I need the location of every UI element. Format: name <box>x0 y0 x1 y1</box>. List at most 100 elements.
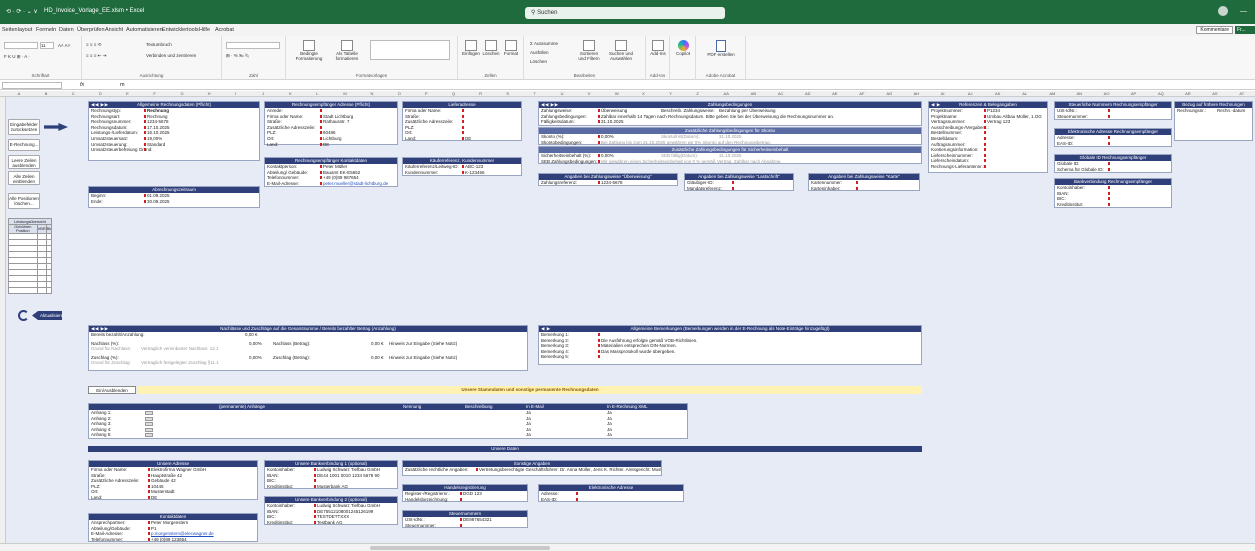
align-left-icon[interactable]: ≡ ≡ ≡ ⇤ ⇥ <box>86 53 106 59</box>
arrow-right-icon[interactable] <box>44 123 68 131</box>
column-header[interactable]: AM <box>1049 91 1055 96</box>
field-value-input[interactable]: Bei Zahlung bis zum 31.10.2025 gewähren … <box>601 140 771 146</box>
horizontal-scrollbar[interactable] <box>370 546 550 550</box>
column-header[interactable]: AB <box>751 91 756 96</box>
field-value-input[interactable]: K-123456 <box>465 170 485 176</box>
column-header[interactable]: F <box>153 91 155 96</box>
column-header[interactable]: L <box>316 91 318 96</box>
menu-ansicht[interactable]: Ansicht <box>105 27 123 33</box>
column-header[interactable]: AG <box>886 91 892 96</box>
column-header[interactable]: AA <box>724 91 729 96</box>
bedingte-formatierung-button[interactable]: Bedingte Formatierung <box>292 40 326 61</box>
field-value-input[interactable]: Testbank AG <box>317 520 343 526</box>
einfuegen-button[interactable]: Einfügen <box>462 40 480 56</box>
menu-acrobat[interactable]: Acrobat <box>215 27 234 33</box>
column-header[interactable]: J <box>262 91 264 96</box>
leere-zeilen-button[interactable]: Leere Zeilen ausblenden <box>8 155 40 169</box>
minimize-button[interactable]: — <box>1240 8 1247 15</box>
avatar[interactable] <box>1218 6 1229 16</box>
textumbruch-button[interactable]: Textumbruch <box>146 42 172 47</box>
column-header[interactable]: A <box>18 91 21 96</box>
column-header[interactable]: V <box>588 91 591 96</box>
column-header[interactable]: X <box>642 91 645 96</box>
alle-zeilen-button[interactable]: Alle Zeilen einblenden <box>8 171 40 185</box>
cell-styles-gallery[interactable] <box>370 40 450 60</box>
menu-ueberpruefen[interactable]: Überprüfen <box>77 27 105 33</box>
quick-access-toolbar[interactable]: ⟲ · ⟳ · ⌄ ∨ <box>6 8 38 15</box>
column-header[interactable]: T <box>533 91 535 96</box>
column-header[interactable]: AD <box>805 91 811 96</box>
column-header[interactable]: AT <box>1239 91 1244 96</box>
ein-ausblenden-button[interactable]: Ein/Ausblenden <box>88 386 136 394</box>
column-header[interactable]: U <box>561 91 564 96</box>
column-header[interactable]: Z <box>696 91 698 96</box>
font-size-select[interactable]: 11 <box>40 42 54 49</box>
field-value-input[interactable]: DE <box>465 136 471 142</box>
kommentare-button[interactable]: Kommentare <box>1196 26 1233 34</box>
menu-daten[interactable]: Daten <box>59 27 74 33</box>
addins-button[interactable]: Add-Ins <box>649 40 667 56</box>
field-value-input[interactable]: Wir gewähren einen Sicherheitseinbehalt … <box>601 159 782 165</box>
menu-automatisieren[interactable]: Automatisieren <box>126 27 163 33</box>
in-email-select[interactable]: Ja <box>526 432 531 438</box>
column-header[interactable]: AR <box>1185 91 1191 96</box>
aktualisieren-button[interactable]: Aktualisieren <box>32 311 62 320</box>
suchen-button[interactable]: Suchen und Auswählen <box>606 40 636 61</box>
name-box[interactable] <box>2 82 62 89</box>
field-value-input[interactable]: 30.09.2025 <box>147 199 170 205</box>
column-header[interactable]: AN <box>1077 91 1083 96</box>
field-value-input[interactable]: Musterbank AG <box>317 484 348 490</box>
number-format-select[interactable] <box>226 42 280 49</box>
column-header[interactable]: I <box>235 91 236 96</box>
ausfuellen-button[interactable]: Ausfüllen <box>530 50 549 55</box>
column-header[interactable]: D <box>99 91 102 96</box>
field-value-input[interactable]: peter.mueller@stadt-lichtburg.de <box>323 181 388 187</box>
column-header[interactable]: W <box>615 91 619 96</box>
column-header[interactable]: AL <box>1022 91 1027 96</box>
attach-file-button[interactable] <box>145 411 153 415</box>
column-header[interactable]: AF <box>859 91 864 96</box>
font-family-select[interactable] <box>4 42 38 49</box>
field-value-input[interactable]: DE <box>323 142 329 148</box>
grow-font-icon[interactable]: A˄ A˅ <box>58 43 70 48</box>
attach-file-button[interactable] <box>145 416 153 421</box>
column-header[interactable]: AE <box>832 91 837 96</box>
column-header[interactable]: B <box>45 91 48 96</box>
freigeben-button[interactable]: Fr... <box>1235 26 1255 34</box>
menu-formeln[interactable]: Formeln <box>36 27 56 33</box>
loeschen-button[interactable]: Löschen <box>482 40 500 56</box>
column-header[interactable]: AQ <box>1158 91 1164 96</box>
column-header[interactable]: R <box>479 91 482 96</box>
column-header[interactable]: Q <box>452 91 455 96</box>
erechnung-button[interactable]: E-Rechnung... <box>8 139 40 151</box>
field-value-input[interactable]: +49 (0)89 123654 <box>151 537 187 543</box>
format-button[interactable]: Format <box>502 40 520 56</box>
grund-nachlass-input[interactable]: Vertraglich vereinbarter Nachlass: 12.1 <box>141 346 219 352</box>
currency-icon[interactable]: ⊞ · % ‰ ⁰⁄₀ <box>226 53 249 59</box>
loeschen-inhalt-button[interactable]: Löschen <box>530 59 547 64</box>
column-header[interactable]: AI <box>941 91 945 96</box>
pdf-erstellen-button[interactable]: PDF erstellen <box>706 40 736 57</box>
fx-icon[interactable]: fx <box>80 82 84 88</box>
bereits-bezahlt-input[interactable]: 0,00 € <box>245 332 258 338</box>
align-top-icon[interactable]: ≡ ≡ ≡ ⟲ <box>86 42 101 48</box>
field-value-input[interactable]: DE <box>151 495 157 501</box>
grund-zuschlag-input[interactable]: Vertraglich festgelegter Zuschlag §11.1 <box>141 360 219 366</box>
verbinden-button[interactable]: Verbinden und zentrieren <box>146 53 196 58</box>
column-header[interactable]: Y <box>669 91 672 96</box>
column-header[interactable]: G <box>180 91 183 96</box>
formula-input[interactable]: m <box>120 82 125 88</box>
field-value-input[interactable]: 1234-5678 <box>601 180 623 186</box>
column-header[interactable]: P <box>425 91 428 96</box>
als-tabelle-button[interactable]: Als Tabelle formatieren <box>330 40 364 61</box>
attach-file-button[interactable] <box>145 427 153 432</box>
column-header[interactable]: K <box>289 91 292 96</box>
attach-file-button[interactable] <box>145 433 153 438</box>
column-header[interactable]: AS <box>1212 91 1217 96</box>
field-value-input[interactable]: 31.10.2025 <box>601 119 624 125</box>
alle-positionen-button[interactable]: Alle Positionen löschen... <box>8 193 40 209</box>
column-header[interactable]: AP <box>1131 91 1136 96</box>
column-header[interactable]: O <box>398 91 401 96</box>
column-header[interactable]: E <box>126 91 129 96</box>
column-header[interactable]: S <box>506 91 509 96</box>
